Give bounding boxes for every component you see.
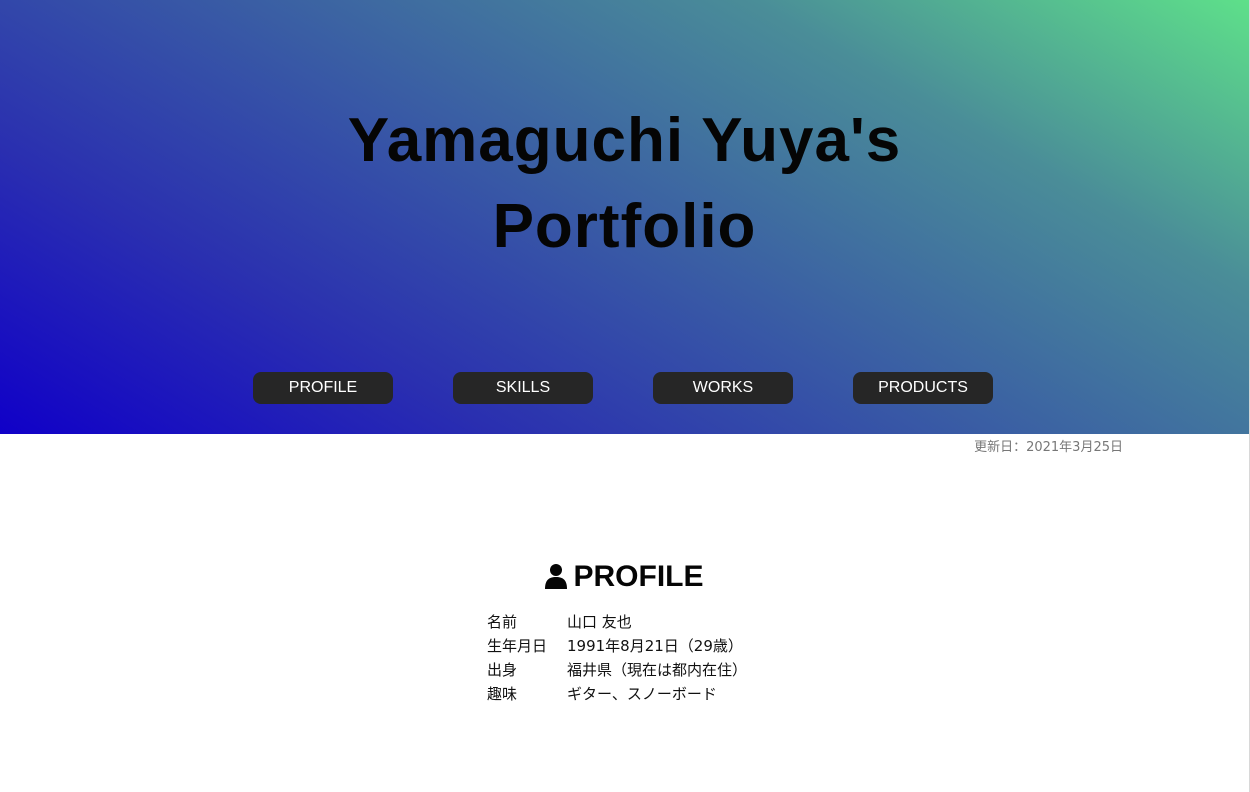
profile-row: 出身 福井県（現在は都内在住） (487, 658, 747, 682)
profile-row: 名前 山口 友也 (487, 610, 747, 634)
profile-value: 山口 友也 (567, 613, 632, 631)
main-nav: PROFILE SKILLS WORKS PRODUCTS (253, 372, 1013, 404)
profile-table: 名前 山口 友也 生年月日 1991年8月21日（29歳） 出身 福井県（現在は… (487, 610, 747, 706)
profile-value: 1991年8月21日（29歳） (567, 637, 743, 655)
nav-button-skills[interactable]: SKILLS (453, 372, 593, 404)
updated-date: 更新日：2021年3月25日 (974, 440, 1123, 455)
hero-header: Yamaguchi Yuya's Portfolio PROFILE SKILL… (0, 0, 1249, 434)
user-icon (545, 564, 568, 589)
page: Yamaguchi Yuya's Portfolio PROFILE SKILL… (0, 0, 1250, 792)
profile-key: 趣味 (487, 685, 518, 703)
profile-heading: PROFILE (0, 558, 1249, 596)
site-title-line-2: Portfolio (492, 192, 757, 261)
profile-value: ギター、スノーボード (567, 685, 717, 703)
site-title: Yamaguchi Yuya's Portfolio (0, 98, 1249, 270)
nav-button-works[interactable]: WORKS (653, 372, 793, 404)
profile-row: 趣味 ギター、スノーボード (487, 682, 747, 706)
nav-button-products[interactable]: PRODUCTS (853, 372, 993, 404)
profile-key: 名前 (487, 613, 518, 631)
site-title-line-1: Yamaguchi Yuya's (347, 106, 902, 175)
profile-heading-label: PROFILE (573, 560, 704, 593)
profile-key: 出身 (487, 661, 518, 679)
nav-button-profile[interactable]: PROFILE (253, 372, 393, 404)
profile-value: 福井県（現在は都内在住） (567, 661, 748, 679)
profile-key: 生年月日 (487, 637, 548, 655)
profile-row: 生年月日 1991年8月21日（29歳） (487, 634, 747, 658)
